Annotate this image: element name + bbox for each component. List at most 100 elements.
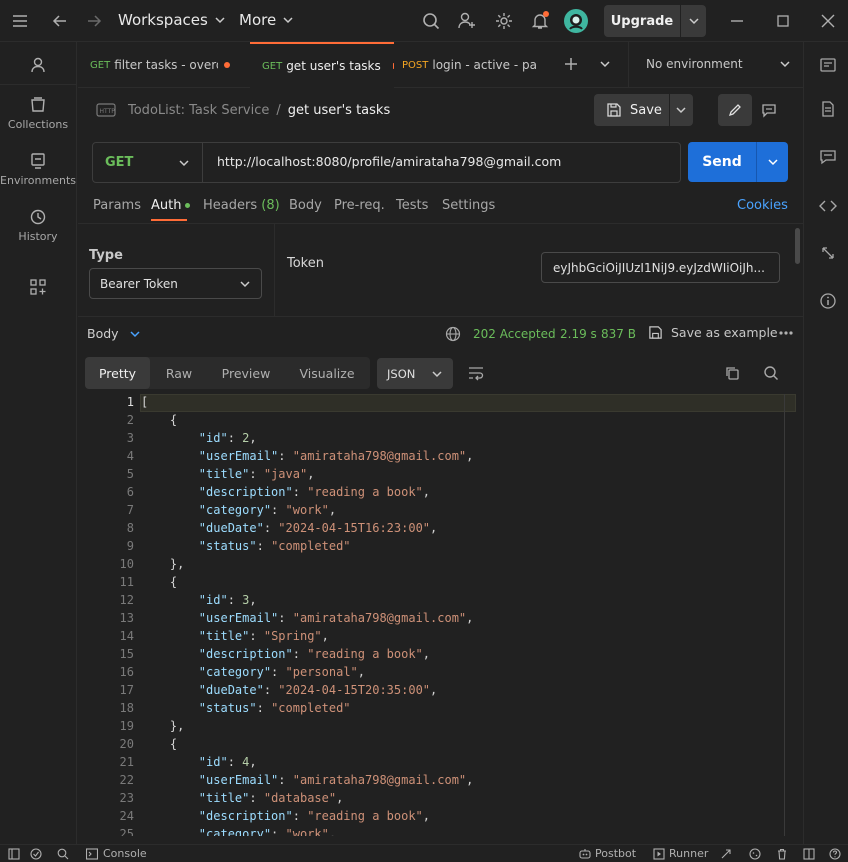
- chevron-down-icon[interactable]: [757, 156, 788, 168]
- status-badge[interactable]: 202 Accepted: [473, 327, 556, 341]
- maximize-icon[interactable]: [773, 11, 793, 31]
- console-label: Console: [103, 847, 147, 860]
- code-line: "title": "java",: [198, 467, 315, 481]
- code-icon[interactable]: [819, 197, 837, 215]
- find-icon[interactable]: [57, 848, 69, 860]
- sidebar-item-environments[interactable]: Environments: [0, 152, 76, 187]
- cookies-icon[interactable]: [749, 848, 761, 860]
- upgrade-button[interactable]: Upgrade: [604, 5, 706, 37]
- send-button[interactable]: Send: [688, 142, 788, 182]
- tab-auth[interactable]: Auth: [151, 198, 191, 213]
- search-icon[interactable]: [421, 11, 441, 31]
- code-line: {: [169, 413, 178, 427]
- cookies-link[interactable]: Cookies: [737, 198, 788, 213]
- line-number: 8: [126, 521, 134, 535]
- sidebar-item-profile[interactable]: [0, 56, 76, 78]
- top-bar: Workspaces More Upgrade: [0, 0, 848, 42]
- postbot-button[interactable]: Postbot: [579, 847, 636, 860]
- avatar[interactable]: [563, 8, 589, 34]
- chevron-down-icon[interactable]: [681, 15, 706, 27]
- breadcrumb-separator: /: [276, 102, 281, 118]
- forward-arrow-icon[interactable]: [84, 11, 104, 31]
- tab-body[interactable]: Body: [289, 198, 322, 213]
- sidebar-toggle-icon[interactable]: [8, 848, 20, 860]
- chevron-down-icon: [130, 330, 140, 337]
- line-number: 17: [119, 683, 134, 697]
- tabs-dropdown-chevron-icon[interactable]: [599, 58, 611, 70]
- breadcrumb-collection[interactable]: TodoList: Task Service: [128, 103, 269, 118]
- tab-prereq[interactable]: Pre-req.: [334, 198, 385, 213]
- sidebar-item-collections[interactable]: Collections: [0, 96, 76, 131]
- online-status-icon[interactable]: [30, 848, 42, 860]
- tab-pretty[interactable]: Pretty: [85, 357, 150, 389]
- invite-user-icon[interactable]: [457, 11, 477, 31]
- format-select[interactable]: JSON: [377, 358, 453, 389]
- tab-raw[interactable]: Raw: [150, 357, 208, 389]
- tab-headers[interactable]: Headers (8): [203, 198, 280, 213]
- chevron-down-icon[interactable]: [670, 104, 693, 116]
- tab-params[interactable]: Params: [93, 198, 141, 213]
- response-body-select[interactable]: Body: [87, 326, 141, 341]
- url-input[interactable]: http://localhost:8080/profile/amirataha7…: [217, 154, 561, 169]
- new-tab-plus-icon[interactable]: [563, 56, 579, 72]
- edit-button[interactable]: [718, 94, 752, 126]
- save-as-example-button[interactable]: Save as example: [648, 325, 778, 340]
- related-collections-icon[interactable]: [819, 244, 837, 262]
- response-code-view[interactable]: 1 [2 {3 "id": 2, 4 "userEmail": "amirataha…: [86, 394, 798, 836]
- auth-type-select[interactable]: Bearer Token: [89, 268, 262, 299]
- copy-icon[interactable]: [724, 365, 740, 381]
- scrollbar[interactable]: [795, 228, 800, 264]
- tab-get-users-tasks[interactable]: GET get user's tasks: [250, 42, 394, 88]
- tab-title: login - active - pass: [432, 58, 537, 72]
- runner-button[interactable]: Runner: [653, 847, 708, 860]
- auth-panel: Type Bearer Token Token eyJhbGciOiJIUzI1…: [78, 223, 803, 317]
- tab-preview[interactable]: Preview: [211, 357, 281, 389]
- settings-gear-icon[interactable]: [494, 11, 514, 31]
- menu-icon[interactable]: [10, 11, 30, 31]
- tab-visualize[interactable]: Visualize: [293, 357, 361, 389]
- back-arrow-icon[interactable]: [50, 11, 70, 31]
- code-line: "userEmail": "amirataha798@gmail.com",: [198, 611, 474, 625]
- wrap-lines-icon[interactable]: [467, 365, 485, 381]
- sidebar-item-apps[interactable]: [0, 278, 76, 300]
- sidebar: Collections Environments History: [0, 42, 77, 844]
- info-icon[interactable]: [819, 292, 837, 310]
- comments-icon[interactable]: [819, 148, 837, 166]
- method-select[interactable]: GET: [93, 143, 203, 182]
- globe-icon[interactable]: [445, 326, 461, 342]
- help-icon[interactable]: [829, 848, 841, 860]
- collections-icon: [31, 97, 45, 112]
- token-input[interactable]: eyJhbGciOiJIUzI1NiJ9.eyJzdWIiOiJh...: [541, 252, 780, 283]
- response-time[interactable]: 2.19 s: [560, 327, 597, 341]
- more-menu[interactable]: More: [239, 11, 294, 29]
- sidebar-item-history[interactable]: History: [0, 208, 76, 243]
- console-button[interactable]: Console: [86, 847, 147, 860]
- code-line: "id": 2,: [198, 431, 257, 445]
- close-icon[interactable]: [818, 11, 838, 31]
- trash-icon[interactable]: [776, 848, 788, 860]
- chevron-down-icon: [780, 61, 790, 68]
- tab-settings[interactable]: Settings: [442, 198, 495, 213]
- search-icon[interactable]: [763, 365, 779, 381]
- environment-quicklook-icon[interactable]: [819, 56, 837, 74]
- sidebar-item-label: History: [18, 230, 58, 243]
- environment-select[interactable]: No environment: [646, 57, 791, 71]
- workspaces-menu[interactable]: Workspaces: [118, 11, 226, 29]
- line-number: 16: [119, 665, 134, 679]
- more-options-icon[interactable]: [778, 329, 794, 337]
- response-body-label: Body: [87, 326, 119, 341]
- tab-login[interactable]: POST login - active - pass: [402, 42, 540, 88]
- postbot-label: Postbot: [595, 847, 637, 860]
- layout-toggle-icon[interactable]: [803, 848, 815, 860]
- documentation-icon[interactable]: [819, 100, 837, 118]
- line-number: 9: [126, 539, 134, 553]
- page-title[interactable]: get user's tasks: [288, 103, 390, 118]
- tab-filter-tasks[interactable]: GET filter tasks - overdu: [90, 42, 250, 88]
- comments-button[interactable]: [752, 94, 786, 126]
- notification-bell-icon[interactable]: [530, 11, 550, 31]
- response-size[interactable]: 837 B: [601, 327, 636, 341]
- capture-requests-icon[interactable]: [720, 848, 732, 860]
- minimize-icon[interactable]: [727, 11, 747, 31]
- save-button[interactable]: Save: [594, 94, 693, 126]
- tab-tests[interactable]: Tests: [396, 198, 428, 213]
